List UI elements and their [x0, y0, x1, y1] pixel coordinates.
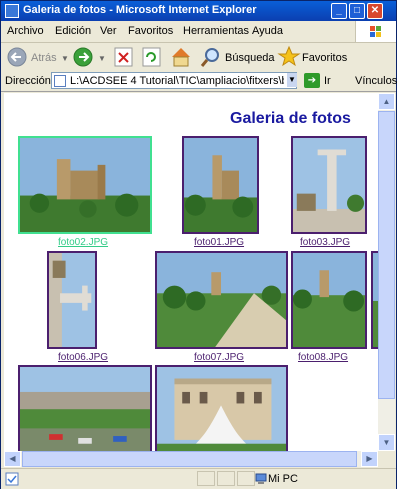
address-value: L:\ACDSEE 4 Tutorial\TIC\ampliacio\fitxe…: [70, 75, 284, 87]
menu-bar: Archivo Edición Ver Favoritos Herramient…: [1, 21, 396, 43]
photo-river-city: [20, 367, 150, 451]
photo-caption-link[interactable]: foto08.JPG: [298, 352, 348, 363]
horizontal-scrollbar[interactable]: ◀ ▶: [4, 451, 378, 467]
minimize-button[interactable]: _: [331, 3, 347, 19]
close-button[interactable]: ✕: [367, 3, 383, 19]
menu-edicion[interactable]: Edición: [55, 25, 91, 37]
refresh-icon[interactable]: [142, 47, 161, 67]
zone-label: Mi PC: [268, 473, 298, 485]
maximize-button[interactable]: □: [349, 3, 365, 19]
vertical-scroll-thumb[interactable]: [378, 111, 395, 399]
go-button[interactable]: Ir: [324, 75, 331, 87]
vertical-scrollbar[interactable]: ▲ ▼: [378, 93, 395, 451]
photo-thumbnail[interactable]: [18, 136, 152, 234]
scroll-down-icon[interactable]: ▼: [378, 434, 395, 451]
photo-caption-link[interactable]: foto07.JPG: [194, 352, 244, 363]
go-arrow-icon[interactable]: ➔: [304, 73, 320, 88]
ie-icon: [5, 4, 19, 18]
photo-thumbnail[interactable]: [291, 251, 367, 349]
back-dropdown-icon[interactable]: ▼: [61, 54, 69, 63]
address-bar: Dirección L:\ACDSEE 4 Tutorial\TIC\ampli…: [1, 71, 397, 92]
windows-logo: [355, 21, 396, 42]
scroll-right-icon[interactable]: ▶: [361, 451, 378, 467]
search-icon[interactable]: [200, 48, 219, 67]
photo-thumbnail[interactable]: [155, 251, 288, 349]
address-input[interactable]: L:\ACDSEE 4 Tutorial\TIC\ampliacio\fitxe…: [51, 72, 297, 89]
menu-herramientas[interactable]: Herramientas: [183, 25, 249, 37]
photo-thumbnail[interactable]: [182, 136, 259, 234]
forward-icon[interactable]: [73, 47, 93, 67]
windows-flag-icon: [370, 26, 381, 37]
photo-thumbnail[interactable]: [47, 251, 97, 349]
photo-caption-link[interactable]: foto02.JPG: [58, 237, 108, 248]
browser-window: Galeria de fotos - Microsoft Internet Ex…: [0, 0, 397, 489]
photo-castle-trees: [184, 138, 257, 232]
photo-thumbnail[interactable]: [291, 136, 367, 234]
scroll-left-icon[interactable]: ◀: [4, 451, 21, 467]
page-done-icon: [5, 472, 19, 486]
scroll-up-icon[interactable]: ▲: [378, 93, 395, 110]
menu-archivo[interactable]: Archivo: [7, 25, 44, 37]
horizontal-scroll-thumb[interactable]: [22, 451, 357, 467]
search-label[interactable]: Búsqueda: [225, 52, 275, 64]
photo-thumbnail[interactable]: [155, 365, 288, 451]
photo-monument: [293, 138, 365, 232]
status-segment: [217, 471, 235, 486]
photo-fountain-building: [157, 367, 286, 451]
title-bar: Galeria de fotos - Microsoft Internet Ex…: [1, 1, 396, 21]
photo-monument-rotated: [49, 253, 95, 347]
page-icon: [54, 75, 66, 87]
photo-park-castle: [293, 253, 365, 347]
window-title: Galeria de fotos - Microsoft Internet Ex…: [23, 4, 257, 16]
photo-castle-sky: [20, 138, 150, 232]
photo-caption-link[interactable]: foto06.JPG: [58, 352, 108, 363]
stop-icon[interactable]: [114, 47, 133, 67]
menu-ayuda[interactable]: Ayuda: [252, 25, 283, 37]
back-label: Atrás: [31, 52, 57, 64]
photo-thumbnail[interactable]: [18, 365, 152, 451]
photo-thumbnail[interactable]: [371, 251, 378, 349]
menu-favoritos[interactable]: Favoritos: [128, 25, 173, 37]
favorites-label[interactable]: Favoritos: [302, 52, 348, 64]
status-segment: [237, 471, 255, 486]
address-dropdown-icon[interactable]: ▼: [287, 73, 297, 87]
computer-icon: [255, 473, 267, 484]
back-icon[interactable]: [7, 47, 27, 67]
status-bar: Mi PC: [1, 468, 396, 489]
favorites-icon[interactable]: [277, 45, 301, 67]
scroll-corner: [378, 451, 395, 467]
menu-ver[interactable]: Ver: [100, 25, 117, 37]
photo-caption-link[interactable]: foto03.JPG: [300, 237, 350, 248]
page-content: Galeria de fotos foto02.JPG foto01.JPG f…: [4, 93, 378, 451]
photo-park-path: [157, 253, 286, 347]
home-icon[interactable]: [172, 48, 190, 67]
address-label: Dirección: [5, 75, 51, 87]
photo-caption-link[interactable]: foto01.JPG: [194, 237, 244, 248]
forward-dropdown-icon[interactable]: ▼: [98, 54, 106, 63]
links-button[interactable]: Vínculos: [355, 75, 397, 87]
page-heading: Galeria de fotos: [230, 110, 351, 127]
status-segment: [197, 471, 215, 486]
toolbar: Atrás ▼ ▼ Búsqueda Favoritos: [1, 43, 396, 72]
